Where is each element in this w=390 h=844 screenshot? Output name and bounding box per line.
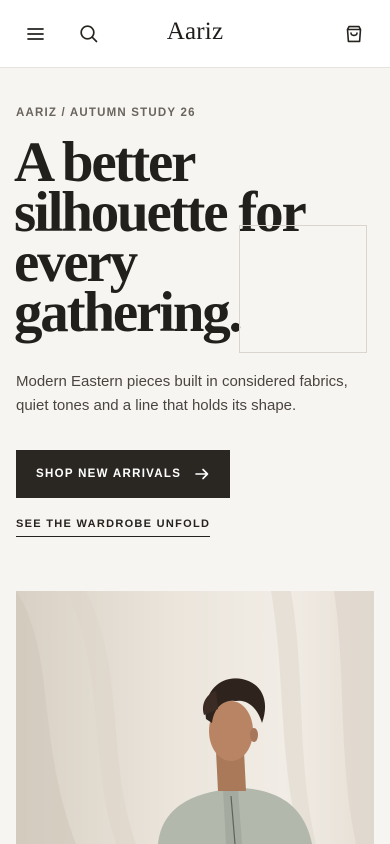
decorative-frame (239, 225, 367, 353)
cart-button[interactable] (340, 20, 368, 48)
shop-new-arrivals-label: SHOP NEW ARRIVALS (36, 468, 182, 480)
wardrobe-unfold-link[interactable]: SEE THE WARDROBE UNFOLD (16, 518, 211, 537)
top-navigation-bar: Aariz (0, 0, 390, 68)
shop-new-arrivals-button[interactable]: SHOP NEW ARRIVALS (16, 450, 230, 498)
hero-description: Modern Eastern pieces built in considere… (16, 373, 348, 414)
brand-logo[interactable]: Aariz (0, 18, 390, 46)
model-photo-illustration (16, 591, 374, 844)
collection-eyebrow: AARIZ / AUTUMN STUDY 26 (16, 107, 196, 119)
hero-model-photo (16, 591, 374, 844)
shopping-bag-icon (346, 25, 362, 43)
arrow-right-icon (195, 468, 209, 480)
